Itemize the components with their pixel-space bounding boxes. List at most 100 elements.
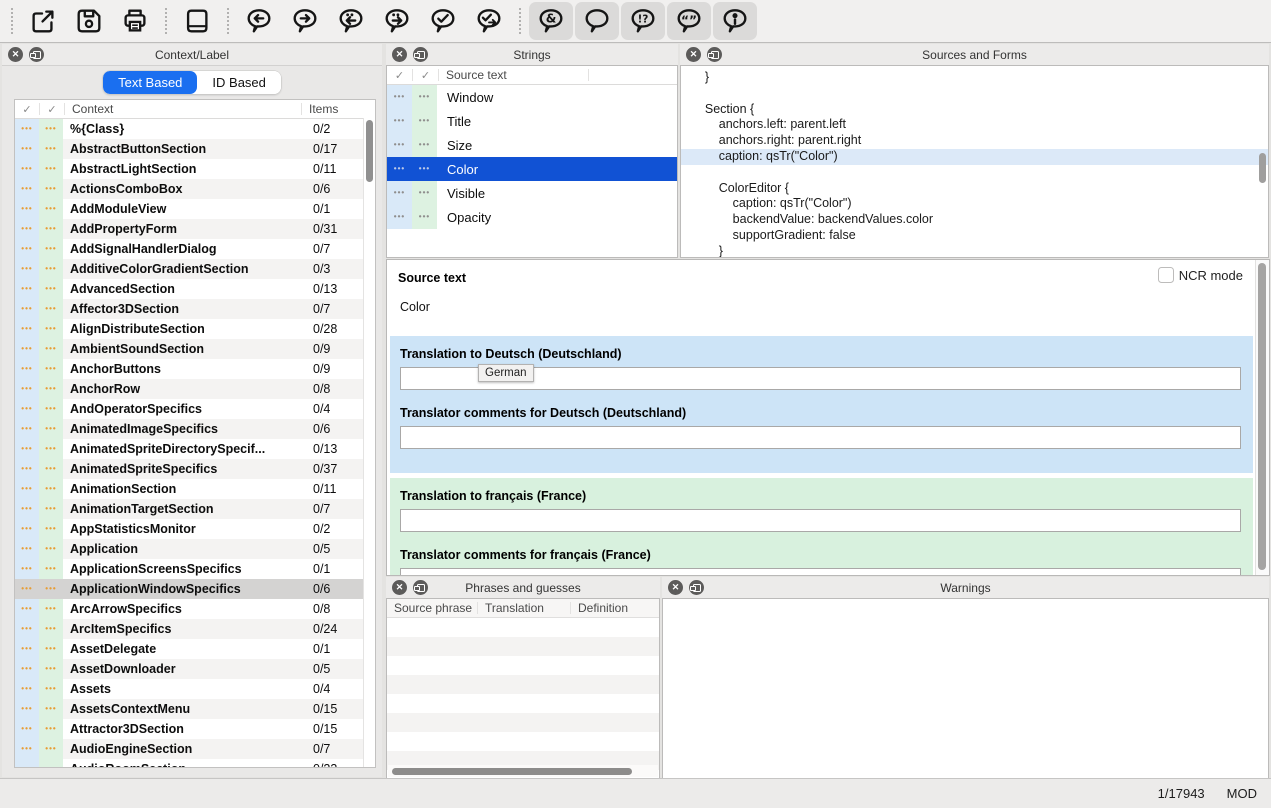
finished-check-cell[interactable]: ••• [412,109,437,133]
obsolete-check-cell[interactable]: ••• [15,179,39,199]
finished-check-cell[interactable]: ••• [39,739,63,759]
context-row[interactable]: ••••••AudioEngineSection0/7 [15,739,375,759]
obsolete-check-cell[interactable]: ••• [15,439,39,459]
finished-check-cell[interactable]: ••• [412,205,437,229]
print-button[interactable] [113,2,157,40]
finished-check-cell[interactable]: ••• [39,579,63,599]
context-row[interactable]: ••••••AnimationSection0/11 [15,479,375,499]
string-row[interactable]: ••••••Window [387,85,677,109]
float-icon[interactable] [707,47,722,62]
close-icon[interactable]: ✕ [668,580,683,595]
context-column-header[interactable]: Context [65,103,302,115]
context-row[interactable]: ••••••AssetDownloader0/5 [15,659,375,679]
finished-check-cell[interactable]: ••• [39,519,63,539]
obsolete-check-cell[interactable]: ••• [387,85,412,109]
finished-check-cell[interactable]: ••• [39,759,63,768]
finished-check-cell[interactable]: ••• [39,719,63,739]
finished-check-cell[interactable]: ••• [39,639,63,659]
obsolete-check-cell[interactable]: ••• [15,639,39,659]
obsolete-check-cell[interactable]: ••• [15,559,39,579]
finished-check-cell[interactable]: ••• [39,659,63,679]
finished-check-cell[interactable]: ••• [39,599,63,619]
string-row[interactable]: ••••••Title [387,109,677,133]
finished-check-cell[interactable]: ••• [412,85,437,109]
string-row[interactable]: ••••••Color [387,157,677,181]
obsolete-check-cell[interactable]: ••• [15,659,39,679]
context-row[interactable]: ••••••Assets0/4 [15,679,375,699]
context-row[interactable]: ••••••AnchorButtons0/9 [15,359,375,379]
finished-check-cell[interactable]: ••• [412,133,437,157]
editor-scrollbar[interactable] [1255,260,1269,575]
obsolete-check-cell[interactable]: ••• [15,299,39,319]
finished-check-cell[interactable]: ••• [39,499,63,519]
finished-check-cell[interactable]: ••• [39,559,63,579]
finished-check-cell[interactable]: ••• [39,339,63,359]
scrollbar-thumb[interactable] [366,120,373,182]
prev-item-button[interactable] [329,2,373,40]
context-row[interactable]: ••••••Affector3DSection0/7 [15,299,375,319]
obsolete-check-cell[interactable]: ••• [15,579,39,599]
finished-check-cell[interactable]: ••• [39,699,63,719]
context-row[interactable]: ••••••ApplicationWindowSpecifics0/6 [15,579,375,599]
obsolete-check-cell[interactable]: ••• [15,199,39,219]
finished-check-cell[interactable]: ••• [39,679,63,699]
finished-check-cell[interactable]: ••• [39,179,63,199]
comments-input-de[interactable] [400,426,1241,449]
context-row[interactable]: ••••••Attractor3DSection0/15 [15,719,375,739]
context-row[interactable]: ••••••ApplicationScreensSpecifics0/1 [15,559,375,579]
context-row[interactable]: ••••••ArcArrowSpecifics0/8 [15,599,375,619]
context-row[interactable]: ••••••AbstractButtonSection0/17 [15,139,375,159]
finished-check-cell[interactable]: ••• [39,139,63,159]
obsolete-check-cell[interactable]: ••• [15,719,39,739]
string-row[interactable]: ••••••Visible [387,181,677,205]
obsolete-check-cell[interactable]: ••• [15,539,39,559]
finished-check-cell[interactable]: ••• [39,459,63,479]
context-row[interactable]: ••••••AnimationTargetSection0/7 [15,499,375,519]
close-icon[interactable]: ✕ [392,580,407,595]
context-row[interactable]: ••••••AbstractLightSection0/11 [15,159,375,179]
finished-check-cell[interactable]: ••• [412,181,437,205]
sources-scrollbar[interactable] [1257,67,1268,256]
obsolete-check-cell[interactable]: ••• [15,159,39,179]
obsolete-check-cell[interactable]: ••• [387,109,412,133]
obsolete-check-cell[interactable]: ••• [15,339,39,359]
obsolete-check-cell[interactable]: ••• [15,119,39,139]
scrollbar-thumb[interactable] [1258,263,1266,570]
obsolete-check-cell[interactable]: ••• [15,239,39,259]
obsolete-check-cell[interactable]: ••• [15,759,39,768]
obsolete-check-cell[interactable]: ••• [15,399,39,419]
context-row[interactable]: ••••••AssetsContextMenu0/15 [15,699,375,719]
context-row[interactable]: ••••••AnimatedImageSpecifics0/6 [15,419,375,439]
finished-check-cell[interactable]: ••• [39,439,63,459]
obsolete-check-cell[interactable]: ••• [15,379,39,399]
finished-check-cell[interactable]: ••• [39,539,63,559]
context-row[interactable]: ••••••AnimatedSpriteDirectorySpecif...0/… [15,439,375,459]
finished-check-cell[interactable]: ••• [39,319,63,339]
close-icon[interactable]: ✕ [8,47,23,62]
string-row[interactable]: ••••••Opacity [387,205,677,229]
translation-input-fr[interactable] [400,509,1241,532]
obsolete-check-cell[interactable]: ••• [15,599,39,619]
float-icon[interactable] [689,580,704,595]
obsolete-check-cell[interactable]: ••• [15,699,39,719]
close-icon[interactable]: ✕ [686,47,701,62]
comments-input-fr[interactable] [400,568,1241,576]
open-file-button[interactable] [21,2,65,40]
context-row[interactable]: ••••••AddModuleView0/1 [15,199,375,219]
obsolete-check-cell[interactable]: ••• [15,519,39,539]
finished-check-cell[interactable]: ••• [39,219,63,239]
finished-check-cell[interactable]: ••• [39,259,63,279]
float-icon[interactable] [29,47,44,62]
obsolete-check-cell[interactable]: ••• [15,739,39,759]
obsolete-check-cell[interactable]: ••• [15,279,39,299]
items-column-header[interactable]: Items [302,103,364,115]
obsolete-check-cell[interactable]: ••• [387,205,412,229]
finished-check-cell[interactable]: ••• [39,239,63,259]
context-row[interactable]: ••••••AssetDelegate0/1 [15,639,375,659]
context-row[interactable]: ••••••ActionsComboBox0/6 [15,179,375,199]
finished-check-cell[interactable]: ••• [39,619,63,639]
context-row[interactable]: ••••••AndOperatorSpecifics0/4 [15,399,375,419]
context-row[interactable]: ••••••AppStatisticsMonitor0/2 [15,519,375,539]
float-icon[interactable] [413,47,428,62]
finished-check-cell[interactable]: ••• [39,479,63,499]
